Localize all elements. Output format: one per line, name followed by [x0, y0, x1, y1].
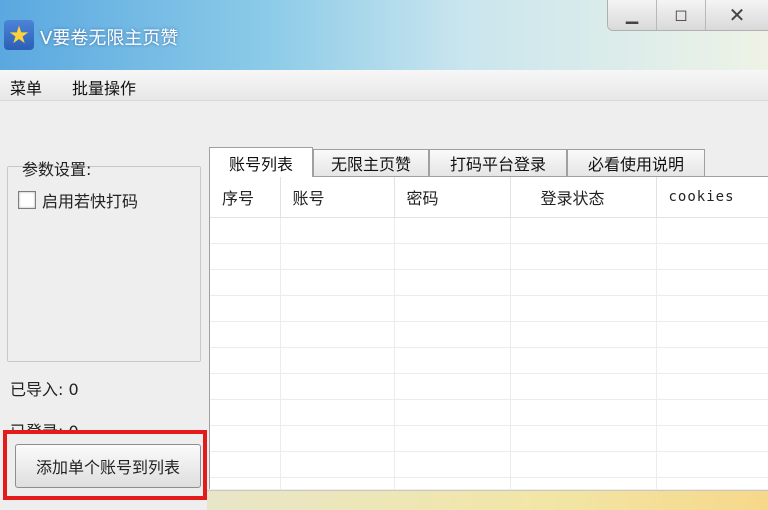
table-cell [510, 347, 657, 374]
imported-count: 已导入: 0 [10, 380, 79, 399]
table-cell [280, 451, 395, 478]
menu-item-menu[interactable]: 菜单 [10, 75, 42, 99]
table-cell [510, 243, 657, 270]
table-cell [394, 451, 511, 478]
table-cell [510, 399, 657, 426]
tab-account-list[interactable]: 账号列表 [209, 147, 313, 177]
table-row [210, 451, 768, 478]
highlight-frame: 添加单个账号到列表 [3, 430, 207, 500]
column-header-cookies[interactable]: cookies [656, 177, 768, 218]
minimize-button[interactable]: ▁ [608, 0, 656, 30]
table-cell [280, 399, 395, 426]
ruokuai-captcha-label: 启用若快打码 [42, 192, 139, 211]
table-cell [280, 321, 395, 348]
menu-bar: 菜单 批量操作 [0, 70, 768, 101]
table-cell [510, 425, 657, 452]
status-strip [207, 490, 768, 510]
table-cell [280, 243, 395, 270]
table-cell [210, 477, 281, 489]
table-cell [510, 217, 657, 244]
table-row [210, 477, 768, 489]
column-header-index[interactable]: 序号 [210, 177, 281, 218]
column-header-login-status[interactable]: 登录状态 [510, 177, 657, 218]
table-cell [280, 347, 395, 374]
table-cell [510, 295, 657, 322]
table-cell [280, 425, 395, 452]
table-cell [210, 373, 281, 400]
table-cell [210, 425, 281, 452]
table-cell [656, 399, 768, 426]
tab-unlimited-homepage-likes[interactable]: 无限主页赞 [313, 149, 429, 176]
window-title: V要卷无限主页赞 [40, 28, 179, 49]
table-cell [210, 347, 281, 374]
title-bar[interactable]: ★ V要卷无限主页赞 ▁ ◻ ✕ [0, 0, 768, 70]
table-cell [510, 373, 657, 400]
tab-captcha-platform-login[interactable]: 打码平台登录 [429, 149, 567, 176]
table-cell [656, 425, 768, 452]
app-window: ★ V要卷无限主页赞 ▁ ◻ ✕ 菜单 批量操作 参数设置: 启用若快打码 已导… [0, 0, 768, 510]
column-header-password[interactable]: 密码 [394, 177, 511, 218]
table-cell [656, 321, 768, 348]
table-row [210, 425, 768, 452]
column-header-account[interactable]: 账号 [280, 177, 395, 218]
table-row [210, 373, 768, 400]
table-cell [510, 477, 657, 489]
table-cell [280, 269, 395, 296]
table-cell [656, 347, 768, 374]
table-cell [394, 243, 511, 270]
table-cell [280, 477, 395, 489]
ruokuai-captcha-option[interactable]: 启用若快打码 [18, 188, 138, 212]
table-cell [394, 373, 511, 400]
table-cell [656, 373, 768, 400]
maximize-button[interactable]: ◻ [656, 0, 705, 30]
menu-item-batch-operations[interactable]: 批量操作 [72, 75, 136, 99]
table-row [210, 243, 768, 270]
table-cell [394, 477, 511, 489]
settings-group-label: 参数设置: [22, 160, 92, 179]
add-single-account-button[interactable]: 添加单个账号到列表 [15, 444, 201, 488]
table-cell [656, 243, 768, 270]
table-row [210, 347, 768, 374]
table-cell [394, 347, 511, 374]
table-header-row: 序号 账号 密码 登录状态 cookies [210, 177, 768, 218]
table-cell [280, 217, 395, 244]
table-cell [510, 321, 657, 348]
table-cell [210, 295, 281, 322]
window-controls: ▁ ◻ ✕ [607, 0, 768, 31]
table-cell [394, 399, 511, 426]
table-cell [210, 217, 281, 244]
ruokuai-captcha-checkbox[interactable] [18, 191, 36, 209]
table-cell [510, 269, 657, 296]
close-button[interactable]: ✕ [705, 0, 768, 30]
table-cell [394, 321, 511, 348]
star-app-icon: ★ [4, 20, 34, 50]
table-cell [656, 451, 768, 478]
table-cell [280, 373, 395, 400]
table-cell [210, 269, 281, 296]
table-cell [656, 269, 768, 296]
table-cell [210, 399, 281, 426]
tab-usage-instructions[interactable]: 必看使用说明 [567, 149, 705, 176]
table-row [210, 217, 768, 244]
table-cell [510, 451, 657, 478]
table-cell [210, 243, 281, 270]
table-cell [394, 425, 511, 452]
table-cell [394, 217, 511, 244]
table-row [210, 295, 768, 322]
table-cell [210, 451, 281, 478]
table-cell [280, 295, 395, 322]
table-cell [656, 217, 768, 244]
table-row [210, 321, 768, 348]
table-cell [656, 477, 768, 489]
table-row [210, 269, 768, 296]
table-row [210, 399, 768, 426]
account-table[interactable]: 序号 账号 密码 登录状态 cookies [209, 176, 768, 489]
table-cell [210, 321, 281, 348]
table-cell [394, 269, 511, 296]
table-cell [656, 295, 768, 322]
table-cell [394, 295, 511, 322]
